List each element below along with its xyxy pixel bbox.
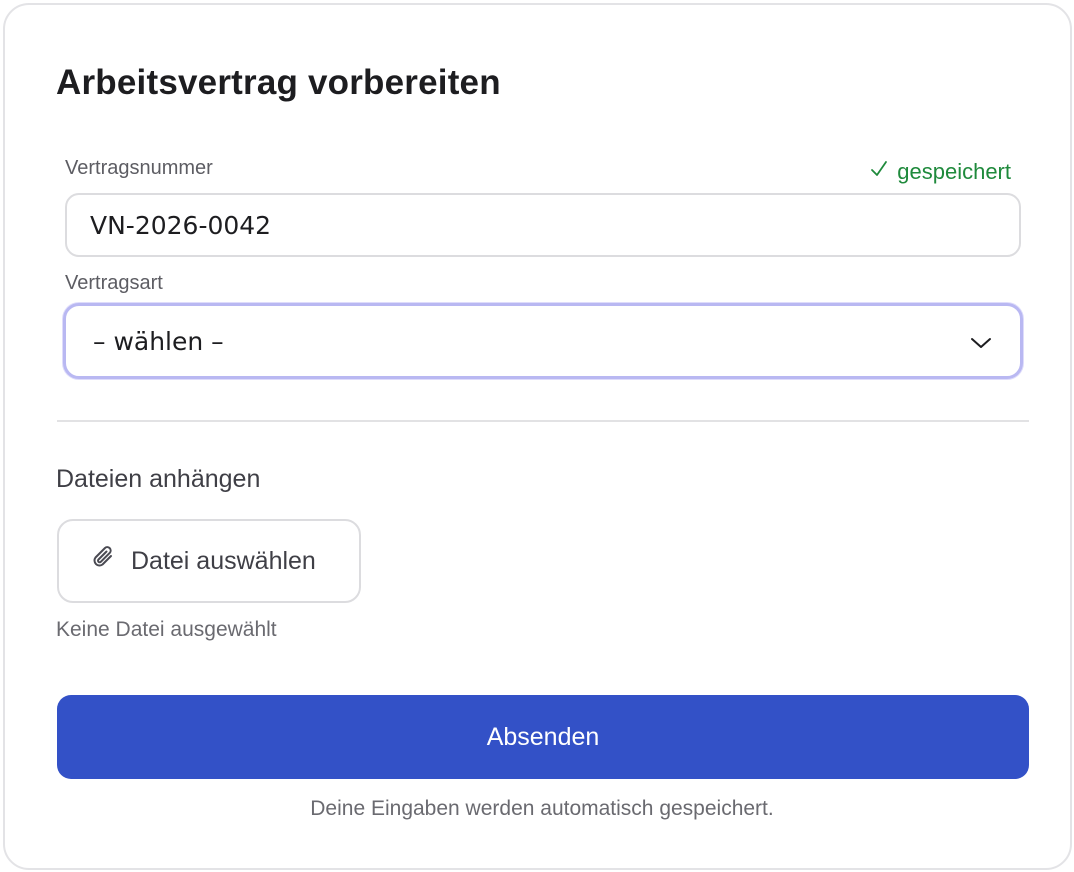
check-icon (869, 159, 889, 185)
section-divider (57, 420, 1029, 422)
form-card: Arbeitsvertrag vorbereiten Vertragsnumme… (3, 3, 1072, 870)
file-status-text: Keine Datei ausgewählt (56, 618, 277, 641)
choose-file-label: Datei auswählen (131, 546, 316, 575)
contract-type-selected: – wählen – (93, 326, 224, 356)
submit-button[interactable]: Absenden (57, 695, 1029, 779)
paperclip-icon (91, 544, 117, 579)
contract-number-value: VN-2026-0042 (90, 210, 272, 240)
saved-status-text: gespeichert (897, 159, 1011, 184)
page-title: Arbeitsvertrag vorbereiten (56, 63, 501, 102)
choose-file-button[interactable]: Datei auswählen (57, 519, 361, 603)
contract-number-label: Vertragsnummer (65, 157, 213, 179)
chevron-down-icon (970, 327, 992, 356)
saved-status: gespeichert (869, 159, 1011, 185)
attachments-heading: Dateien anhängen (56, 465, 261, 493)
contract-type-label: Vertragsart (65, 272, 163, 294)
contract-type-select[interactable]: – wählen – (63, 303, 1023, 379)
autosave-note: Deine Eingaben werden automatisch gespei… (310, 797, 774, 820)
contract-number-input[interactable]: VN-2026-0042 (65, 193, 1021, 257)
